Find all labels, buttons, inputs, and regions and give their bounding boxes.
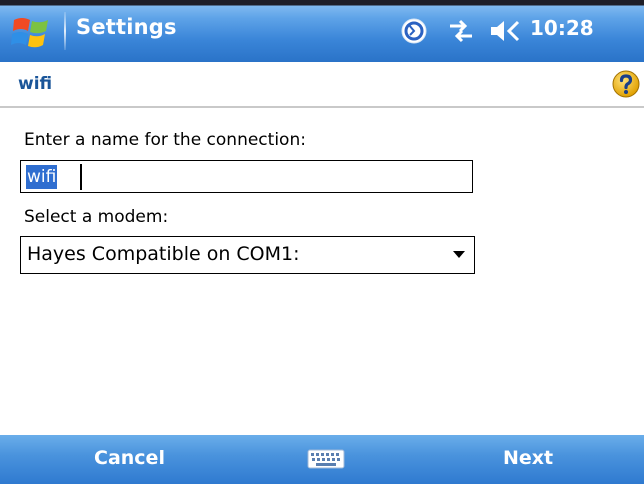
app-title: Settings [76,15,177,39]
connection-name-label: Enter a name for the connection: [24,130,306,150]
page-header: wifi [0,62,644,108]
modem-label: Select a modem: [24,207,169,227]
next-button[interactable]: Next [503,447,553,469]
speaker-icon[interactable] [488,17,524,45]
keyboard-icon[interactable] [306,447,348,473]
cancel-button[interactable]: Cancel [94,447,165,469]
connection-name-value[interactable]: wifi [26,165,58,189]
connectivity-icon[interactable] [446,17,476,45]
help-icon[interactable] [612,70,640,98]
connection-name-input[interactable]: wifi [20,160,473,193]
modem-select[interactable]: Hayes Compatible on COM1: [20,236,475,274]
title-separator [64,12,66,50]
dropdown-arrow-icon[interactable] [453,251,465,258]
text-caret [80,164,82,190]
page-title: wifi [18,74,53,94]
windows-start-icon[interactable] [10,12,58,52]
pocket-pc-screen: Settings 10:28 wifi Enter a name for the… [0,0,644,484]
softkey-bar: Cancel Next [0,435,644,484]
sync-icon[interactable] [400,17,430,45]
title-bar: Settings 10:28 [0,0,644,62]
clock[interactable]: 10:28 [530,16,594,40]
modem-select-value[interactable]: Hayes Compatible on COM1: [27,243,300,265]
